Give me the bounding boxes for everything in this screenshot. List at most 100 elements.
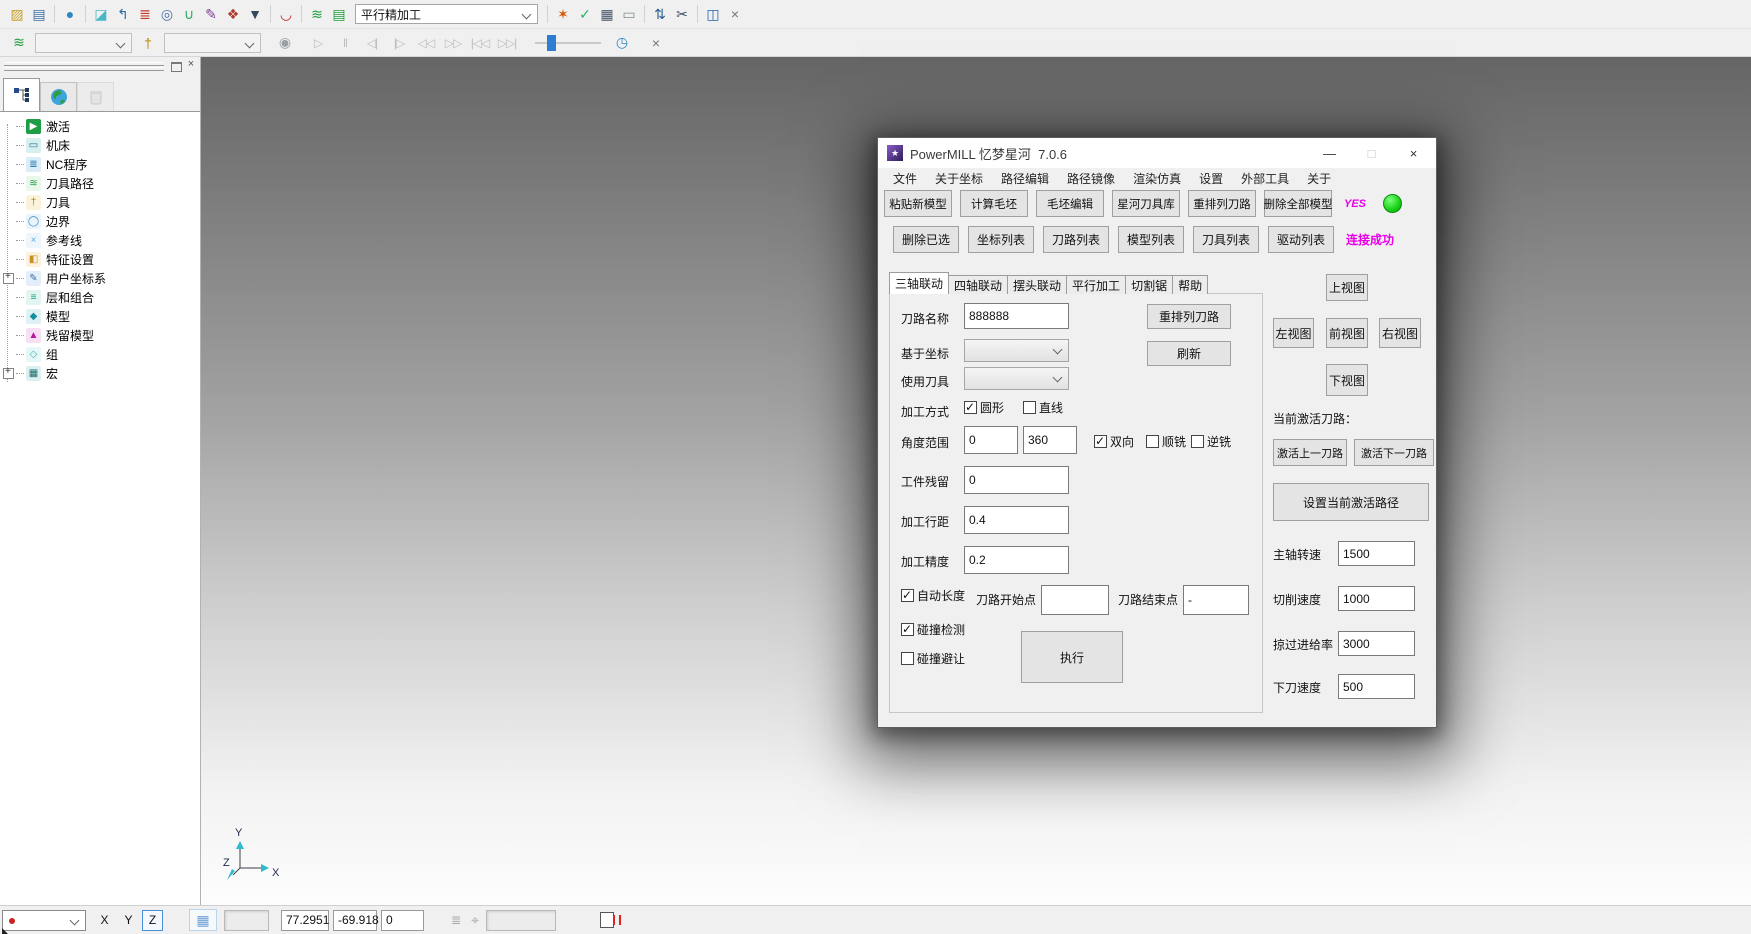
- delete-selected-button[interactable]: 删除已选: [893, 226, 959, 253]
- minimize-button[interactable]: —: [1313, 142, 1346, 164]
- view-front-button[interactable]: 前视图: [1326, 318, 1368, 348]
- view-left-button[interactable]: 左视图: [1273, 318, 1314, 348]
- tool-ball-icon[interactable]: ◎: [156, 3, 178, 25]
- toolpath-icon[interactable]: ≋: [306, 3, 328, 25]
- explorer-close-icon[interactable]: ×: [185, 58, 197, 72]
- tree-item-macros[interactable]: ▦ 宏: [0, 364, 200, 383]
- paste-new-model-button[interactable]: 粘贴新模型: [884, 190, 952, 217]
- step-forward-icon[interactable]: |▷: [387, 32, 411, 54]
- links-icon[interactable]: ∪: [178, 3, 200, 25]
- tool-list-button[interactable]: 刀具列表: [1193, 226, 1259, 253]
- sim-close-icon[interactable]: ×: [645, 32, 667, 54]
- menu-about[interactable]: 关于: [1298, 170, 1340, 187]
- model-list-button[interactable]: 模型列表: [1118, 226, 1184, 253]
- float-panel-icon[interactable]: [171, 62, 182, 72]
- end-point-field[interactable]: -: [1183, 585, 1249, 615]
- point-distribution-icon[interactable]: ❖: [222, 3, 244, 25]
- feed-rates-icon[interactable]: ≣: [134, 3, 156, 25]
- tree-item-patterns[interactable]: × 参考线: [0, 231, 200, 250]
- close-button[interactable]: ×: [1397, 142, 1430, 164]
- verify-icon[interactable]: ✓: [574, 3, 596, 25]
- mode-linear-checkbox[interactable]: 直线: [1023, 399, 1063, 416]
- scissors-icon[interactable]: ✂: [671, 3, 693, 25]
- tree-item-workplanes[interactable]: ✎ 用户坐标系: [0, 269, 200, 288]
- angle-to-field[interactable]: 360: [1023, 426, 1077, 454]
- tree-item-groups[interactable]: ◇ 组: [0, 345, 200, 364]
- rearrange-toolpaths-button[interactable]: 重排列刀路: [1188, 190, 1256, 217]
- tree-item-stock-models[interactable]: ▲ 残留模型: [0, 326, 200, 345]
- cutting-speed-field[interactable]: 1000: [1338, 586, 1415, 611]
- use-tool-select[interactable]: [964, 367, 1069, 390]
- calculator-icon[interactable]: ▦: [596, 3, 618, 25]
- tree-item-activate[interactable]: ▶ 激活: [0, 117, 200, 136]
- angle-from-field[interactable]: 0: [964, 426, 1018, 454]
- block-edit-button[interactable]: 毛坯编辑: [1036, 190, 1104, 217]
- skim-feed-field[interactable]: 3000: [1338, 631, 1415, 656]
- tab-3axis[interactable]: 三轴联动: [889, 272, 949, 294]
- toolpath-list-button[interactable]: 刀路列表: [1043, 226, 1109, 253]
- stock-allowance-field[interactable]: 0: [964, 466, 1069, 494]
- toolpath-name-field[interactable]: 888888: [964, 303, 1069, 329]
- statusbar-dropdown[interactable]: [2, 910, 86, 931]
- ruler-icon[interactable]: ▭: [618, 3, 640, 25]
- block-icon[interactable]: ◪: [90, 3, 112, 25]
- tab-explorer-globe[interactable]: [40, 82, 77, 111]
- menu-path-edit[interactable]: 路径编辑: [992, 170, 1058, 187]
- save-project-icon[interactable]: ▤: [28, 3, 50, 25]
- axis-y-button[interactable]: Y: [118, 910, 139, 931]
- conventional-mill-checkbox[interactable]: 逆铣: [1191, 433, 1231, 450]
- menu-path-mirror[interactable]: 路径镜像: [1058, 170, 1124, 187]
- play-icon[interactable]: ▷: [306, 32, 330, 54]
- axis-z-button[interactable]: Z: [142, 910, 163, 931]
- tab-4axis[interactable]: 四轴联动: [948, 275, 1008, 294]
- print-preview-icon[interactable]: ●: [59, 3, 81, 25]
- tree-item-machine-tools[interactable]: ▭ 机床: [0, 136, 200, 155]
- go-start-icon[interactable]: |◁◁: [468, 32, 492, 54]
- toolpath-list-icon[interactable]: ▤: [328, 3, 350, 25]
- go-end-icon[interactable]: ▷▷|: [495, 32, 519, 54]
- mode-circular-checkbox[interactable]: 圆形: [964, 399, 1004, 416]
- tool-change-icon[interactable]: ⇅: [649, 3, 671, 25]
- grid-toggle-button[interactable]: ▦: [189, 909, 217, 931]
- based-coord-select[interactable]: [964, 339, 1069, 362]
- menu-file[interactable]: 文件: [884, 170, 926, 187]
- slider-handle[interactable]: [547, 35, 556, 51]
- tree-item-levels[interactable]: ≡ 层和组合: [0, 288, 200, 307]
- tab-swivel-head[interactable]: 摆头联动: [1007, 275, 1067, 294]
- menu-settings[interactable]: 设置: [1190, 170, 1232, 187]
- expander-icon[interactable]: [3, 368, 14, 379]
- activate-prev-toolpath-button[interactable]: 激活上一刀路: [1273, 439, 1347, 466]
- set-active-path-button[interactable]: 设置当前激活路径: [1273, 483, 1429, 521]
- spindle-speed-field[interactable]: 1500: [1338, 541, 1415, 566]
- tab-help[interactable]: 帮助: [1172, 275, 1208, 294]
- rapid-heights-icon[interactable]: ↰: [112, 3, 134, 25]
- tolerance-field[interactable]: 0.2: [964, 546, 1069, 574]
- execute-button[interactable]: 执行: [1021, 631, 1123, 683]
- toolbar-close-icon[interactable]: ×: [724, 3, 746, 25]
- drive-list-button[interactable]: 驱动列表: [1268, 226, 1334, 253]
- pages-icon[interactable]: [600, 912, 614, 928]
- collision-avoid-checkbox[interactable]: 碰撞避让: [901, 650, 965, 667]
- collision-check-checkbox[interactable]: 碰撞检测: [901, 621, 965, 638]
- xyz-list-icon[interactable]: ≣: [451, 913, 461, 927]
- fast-forward-icon[interactable]: ▷▷: [441, 32, 465, 54]
- open-project-icon[interactable]: ▨: [6, 3, 28, 25]
- tab-saw[interactable]: 切割锯: [1125, 275, 1173, 294]
- pause-icon[interactable]: ‖: [333, 32, 357, 54]
- lamp-icon[interactable]: ◉: [274, 32, 296, 54]
- plunge-speed-field[interactable]: 500: [1338, 674, 1415, 699]
- stepover-field[interactable]: 0.4: [964, 506, 1069, 534]
- tree-item-models[interactable]: ◆ 模型: [0, 307, 200, 326]
- step-back-icon[interactable]: ◁|: [360, 32, 384, 54]
- menu-external-tools[interactable]: 外部工具: [1232, 170, 1298, 187]
- tab-explorer-tree[interactable]: [3, 78, 40, 111]
- axis-x-button[interactable]: X: [94, 910, 115, 931]
- view-bottom-button[interactable]: 下视图: [1326, 364, 1368, 396]
- delete-all-models-button[interactable]: 删除全部模型: [1264, 190, 1332, 217]
- tree-item-tools[interactable]: † 刀具: [0, 193, 200, 212]
- sim-tool-dropdown[interactable]: [164, 33, 261, 53]
- sim-toolpath-dropdown[interactable]: [35, 33, 132, 53]
- probe-icon[interactable]: ⌖: [471, 912, 479, 929]
- rewind-icon[interactable]: ◁◁: [414, 32, 438, 54]
- maximize-button[interactable]: □: [1355, 142, 1388, 164]
